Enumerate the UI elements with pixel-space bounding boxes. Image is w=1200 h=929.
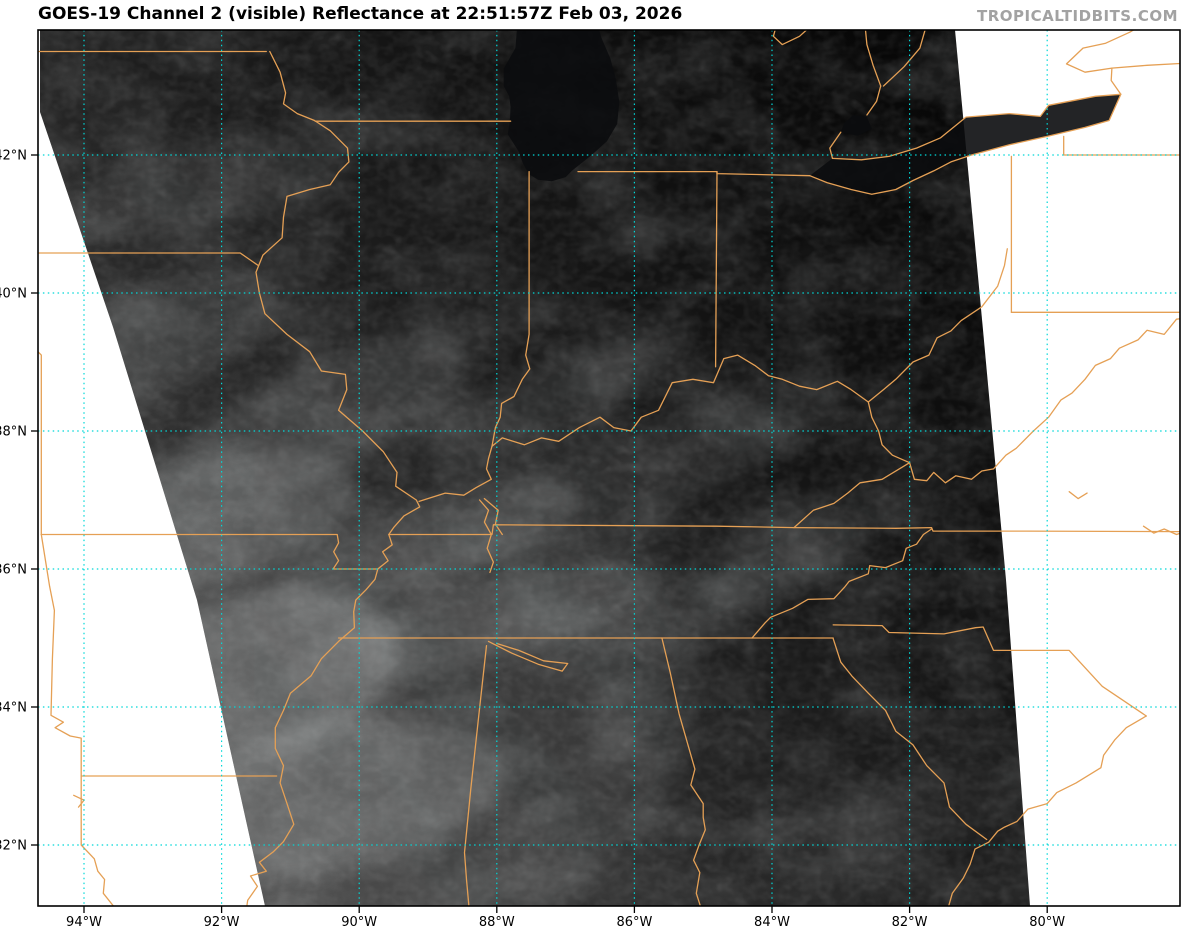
lon-label-86: 86°W (616, 915, 652, 929)
lon-label-80: 80°W (1029, 915, 1065, 929)
map-area (38, 30, 1180, 906)
lat-label-34: 34°N (0, 701, 27, 716)
lon-label-82: 82°W (892, 915, 928, 929)
lon-label-94: 94°W (66, 915, 102, 929)
lat-label-32: 32°N (0, 839, 27, 854)
lon-label-92: 92°W (204, 915, 240, 929)
lon-label-88: 88°W (479, 915, 515, 929)
lat-label-40: 40°N (0, 287, 27, 302)
goes19-satellite-figure: GOES-19 Channel 2 (visible) Reflectance … (0, 0, 1200, 929)
lat-label-38: 38°N (0, 425, 27, 440)
lat-label-42: 42°N (0, 149, 27, 164)
lon-label-84: 84°W (754, 915, 790, 929)
lat-label-36: 36°N (0, 563, 27, 578)
lon-label-90: 90°W (341, 915, 377, 929)
satellite-map: 42°N 40°N 38°N 36°N 34°N 32°N 94°W 92°W 90°W 88°W… (0, 29, 1181, 929)
